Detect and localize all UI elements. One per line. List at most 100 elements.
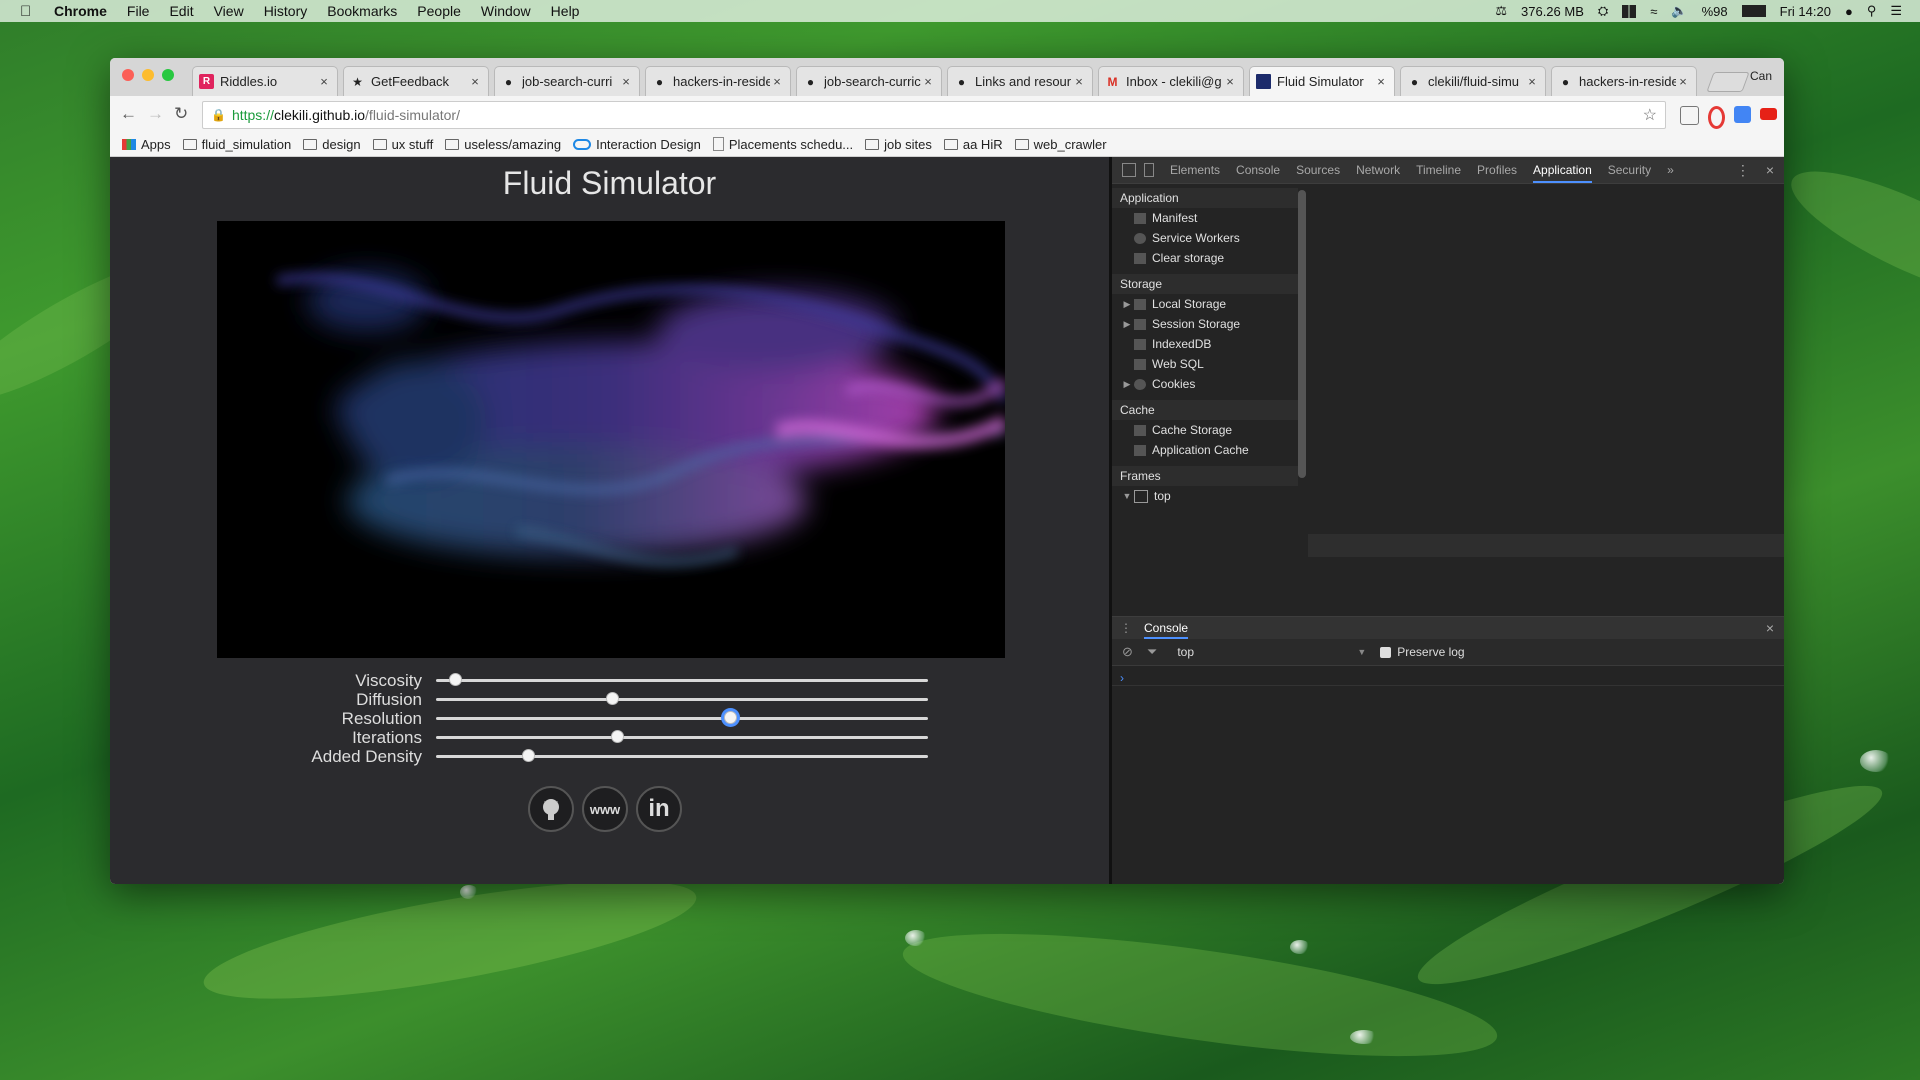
bookmark-fluid-simulation[interactable]: fluid_simulation xyxy=(182,137,291,152)
context-selector[interactable]: top xyxy=(1177,645,1357,659)
sidebar-item-service-workers[interactable]: Service Workers xyxy=(1112,228,1298,248)
zoom-window-button[interactable] xyxy=(162,69,174,81)
fluid-canvas[interactable] xyxy=(217,221,1005,658)
volume-icon[interactable]: 🔈 xyxy=(1671,3,1687,19)
devtools-tab-elements[interactable]: Elements xyxy=(1170,157,1220,183)
sidebar-item-application-cache[interactable]: Application Cache xyxy=(1112,440,1298,460)
window-manager-icon[interactable] xyxy=(1622,4,1637,18)
notification-center-icon[interactable]: ☰ xyxy=(1890,3,1902,19)
website-link-button[interactable]: www xyxy=(582,786,628,832)
github-link-button[interactable] xyxy=(528,786,574,832)
tab-hackers-1[interactable]: ● hackers-in-reside × xyxy=(645,66,791,96)
tab-getfeedback[interactable]: ★ GetFeedback × xyxy=(343,66,489,96)
close-tab-icon[interactable]: × xyxy=(468,74,482,89)
forward-arrow-icon[interactable]: → xyxy=(147,104,164,124)
preserve-log-checkbox[interactable] xyxy=(1380,646,1392,658)
bookmark-web-crawler[interactable]: web_crawler xyxy=(1014,137,1107,152)
close-tab-icon[interactable]: × xyxy=(317,74,331,89)
bookmark-aa-hir[interactable]: aa HiR xyxy=(943,137,1003,152)
slider-thumb[interactable] xyxy=(724,711,738,724)
tab-fluid-simulator[interactable]: Fluid Simulator × xyxy=(1249,66,1395,96)
sidebar-item-manifest[interactable]: Manifest xyxy=(1112,208,1298,228)
bookmark-star-icon[interactable]: ☆ xyxy=(1643,105,1657,125)
devtools-tab-network[interactable]: Network xyxy=(1356,157,1400,183)
devtools-menu-icon[interactable]: ⋮ xyxy=(1736,162,1750,179)
cast-icon[interactable] xyxy=(1680,106,1699,125)
devtools-tab-console[interactable]: Console xyxy=(1236,157,1280,183)
close-tab-icon[interactable]: × xyxy=(619,74,633,89)
paw-icon[interactable]: ⛭ xyxy=(1598,3,1608,19)
tab-job-search-1[interactable]: ● job-search-curri × xyxy=(494,66,640,96)
close-window-button[interactable] xyxy=(122,69,134,81)
menu-history[interactable]: History xyxy=(264,3,308,19)
clear-console-icon[interactable]: ⊘ xyxy=(1122,644,1133,660)
sidebar-item-indexeddb[interactable]: IndexedDB xyxy=(1112,334,1298,354)
translate-icon[interactable] xyxy=(1734,106,1751,123)
close-tab-icon[interactable]: × xyxy=(1676,74,1690,89)
bookmark-apps[interactable]: Apps xyxy=(122,137,171,152)
profile-button[interactable]: Can xyxy=(1750,69,1772,83)
filter-icon[interactable]: ⏷ xyxy=(1147,644,1157,660)
bookmark-job-sites[interactable]: job sites xyxy=(865,137,932,152)
sidebar-item-local-storage[interactable]: ▶ Local Storage xyxy=(1112,294,1298,314)
menu-file[interactable]: File xyxy=(127,3,150,19)
expand-arrow-icon[interactable]: ▶ xyxy=(1120,379,1134,390)
slider-thumb[interactable] xyxy=(448,673,462,686)
device-mode-icon[interactable] xyxy=(1144,163,1154,177)
devtools-tab-security[interactable]: Security xyxy=(1608,157,1651,183)
tab-inbox[interactable]: M Inbox - clekili@g × xyxy=(1098,66,1244,96)
wifi-icon[interactable]: ≈ xyxy=(1650,4,1657,19)
devtools-tab-timeline[interactable]: Timeline xyxy=(1416,157,1461,183)
tab-riddles[interactable]: R Riddles.io × xyxy=(192,66,338,96)
menu-window[interactable]: Window xyxy=(481,3,531,19)
console-prompt[interactable]: › xyxy=(1120,671,1124,685)
reload-icon[interactable]: ↻ xyxy=(174,104,188,124)
opera-icon[interactable] xyxy=(1708,106,1725,129)
drawer-tab-console[interactable]: Console xyxy=(1144,617,1189,639)
youtube-icon[interactable] xyxy=(1760,108,1777,120)
slider-thumb[interactable] xyxy=(611,730,625,743)
battery-percent[interactable]: %98 xyxy=(1702,4,1728,19)
slider-thumb[interactable] xyxy=(522,749,536,762)
menu-bookmarks[interactable]: Bookmarks xyxy=(327,3,397,19)
menu-view[interactable]: View xyxy=(214,3,244,19)
close-tab-icon[interactable]: × xyxy=(921,74,935,89)
inspect-element-icon[interactable] xyxy=(1122,163,1136,177)
close-tab-icon[interactable]: × xyxy=(770,74,784,89)
back-arrow-icon[interactable]: ← xyxy=(120,104,137,124)
devtools-tab-profiles[interactable]: Profiles xyxy=(1477,157,1517,183)
drawer-menu-icon[interactable]: ⋮ xyxy=(1120,621,1132,635)
memory-icon[interactable]: ⚖ xyxy=(1495,3,1507,19)
tab-clekili-repo[interactable]: ● clekili/fluid-simu × xyxy=(1400,66,1546,96)
minimize-window-button[interactable] xyxy=(142,69,154,81)
expand-arrow-icon[interactable]: ▶ xyxy=(1120,299,1134,310)
expand-arrow-icon[interactable]: ▶ xyxy=(1120,319,1134,330)
clock[interactable]: Fri 14:20 xyxy=(1780,4,1831,19)
linkedin-link-button[interactable]: in xyxy=(636,786,682,832)
close-drawer-icon[interactable]: × xyxy=(1766,620,1774,636)
sidebar-scrollbar[interactable] xyxy=(1298,190,1306,478)
chevron-down-icon[interactable]: ▼ xyxy=(1357,647,1366,657)
address-bar[interactable]: 🔒 https:// clekili.github.io /fluid-simu… xyxy=(202,101,1666,129)
user-icon[interactable]: ● xyxy=(1845,4,1853,19)
tab-links[interactable]: ● Links and resour × xyxy=(947,66,1093,96)
sidebar-item-cookies[interactable]: ▶ Cookies xyxy=(1112,374,1298,394)
sidebar-item-web-sql[interactable]: Web SQL xyxy=(1112,354,1298,374)
close-devtools-icon[interactable]: × xyxy=(1766,162,1774,179)
tab-job-search-2[interactable]: ● job-search-curric × xyxy=(796,66,942,96)
close-tab-icon[interactable]: × xyxy=(1525,74,1539,89)
iterations-slider[interactable] xyxy=(436,730,928,743)
close-tab-icon[interactable]: × xyxy=(1223,74,1237,89)
apple-icon[interactable]:  xyxy=(20,3,40,20)
menu-edit[interactable]: Edit xyxy=(169,3,193,19)
memory-readout[interactable]: 376.26 MB xyxy=(1521,4,1584,19)
collapse-arrow-icon[interactable]: ▼ xyxy=(1120,491,1134,501)
new-tab-button[interactable] xyxy=(1706,72,1750,92)
bookmark-useless-amazing[interactable]: useless/amazing xyxy=(445,137,561,152)
added-density-slider[interactable] xyxy=(436,749,928,762)
battery-icon[interactable] xyxy=(1741,5,1766,17)
close-tab-icon[interactable]: × xyxy=(1374,74,1388,89)
devtools-tab-application[interactable]: Application xyxy=(1533,157,1592,183)
sidebar-item-cache-storage[interactable]: Cache Storage xyxy=(1112,420,1298,440)
menu-people[interactable]: People xyxy=(417,3,461,19)
